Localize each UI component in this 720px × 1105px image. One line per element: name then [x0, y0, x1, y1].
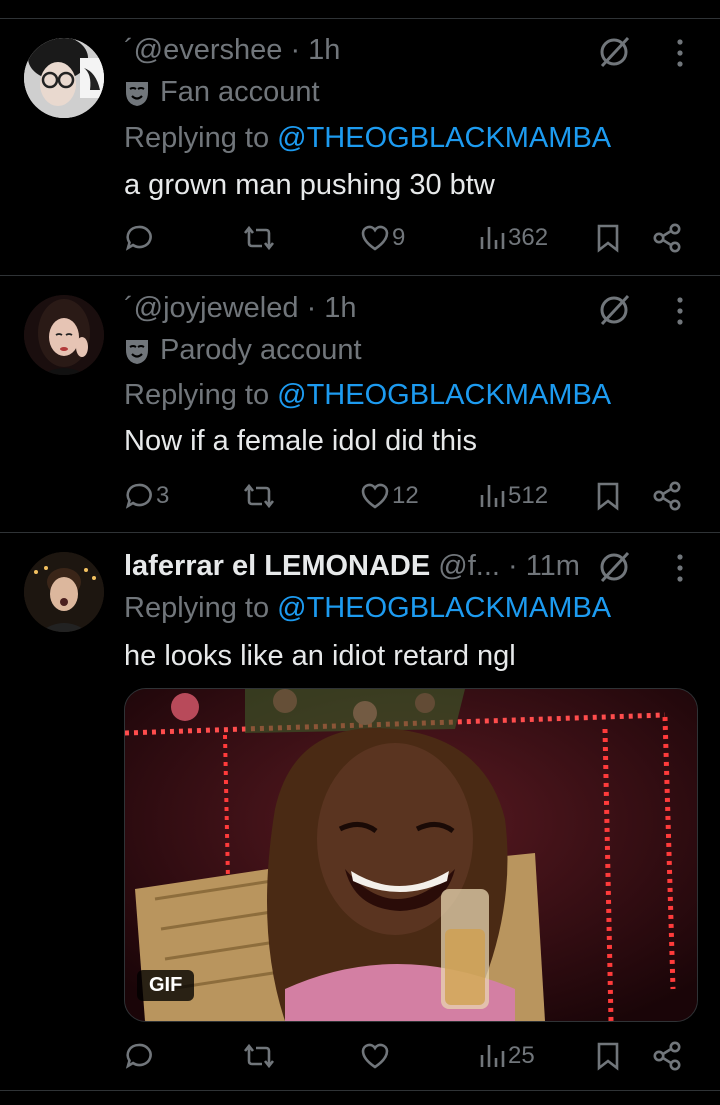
share-icon[interactable] — [652, 1041, 682, 1071]
divider-bottom — [0, 1090, 720, 1091]
views-icon — [480, 1045, 505, 1067]
retweet-button[interactable] — [242, 1036, 278, 1076]
tweet-text: he looks like an idiot retard ngl — [124, 640, 516, 672]
reply-icon — [125, 1043, 152, 1069]
bookmark-icon[interactable] — [596, 1041, 620, 1071]
handle-time[interactable]: @f... · 11m — [430, 550, 580, 582]
reply-button[interactable] — [124, 1036, 156, 1076]
gif-image — [125, 689, 697, 1021]
replying-to: Replying to @THEOGBLACKMAMBA — [124, 592, 611, 625]
reply-prefix: Replying to — [124, 592, 278, 624]
tweet-actions: 25 — [124, 1036, 684, 1076]
user-line: laferrar el LEMONADE @f... · 11m — [124, 550, 580, 583]
reply-mention-link[interactable]: @THEOGBLACKMAMBA — [277, 592, 611, 624]
views-button[interactable]: 25 — [478, 1036, 535, 1076]
grok-icon[interactable] — [596, 549, 632, 585]
more-options-icon[interactable] — [675, 551, 685, 587]
display-name[interactable]: laferrar el LEMONADE — [124, 550, 430, 582]
like-button[interactable] — [360, 1036, 392, 1076]
avatar[interactable] — [24, 552, 104, 632]
gif-media[interactable]: GIF — [124, 688, 698, 1022]
views-count: 25 — [508, 1042, 535, 1069]
retweet-icon — [243, 1043, 275, 1069]
gif-badge: GIF — [137, 970, 195, 1001]
tweet-laferrar[interactable]: laferrar el LEMONADE @f... · 11m Replyin… — [0, 0, 720, 1090]
heart-icon — [361, 1043, 389, 1069]
